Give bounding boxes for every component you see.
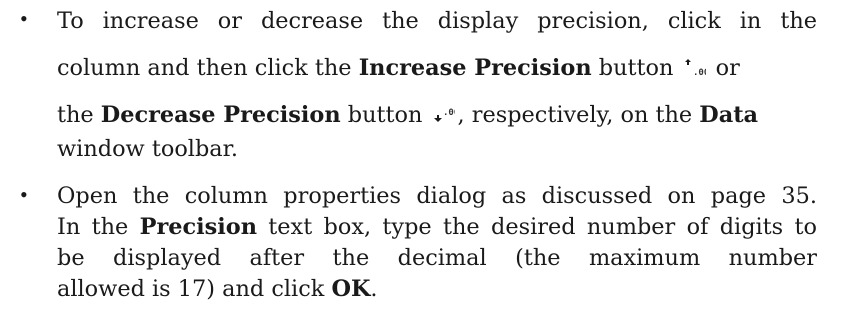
text-line: window toolbar. — [57, 136, 239, 162]
decrease-precision-label: Decrease Precision — [100, 102, 341, 128]
document-page: • To increase or decrease the display pr… — [0, 0, 843, 324]
bullet-symbol: • — [20, 6, 28, 31]
bullet-symbol: • — [20, 182, 28, 207]
increase-precision-label: Increase Precision — [358, 55, 592, 81]
svg-text:.00: .00 — [693, 68, 706, 78]
decrease-precision-icon: .00 — [433, 105, 455, 125]
text-line: In the Precision text box, type the desi… — [57, 214, 817, 240]
text-line: Open the column properties dialog as dis… — [57, 183, 817, 209]
bullet-item-precision-buttons: • To increase or decrease the display pr… — [0, 4, 843, 164]
svg-text:.00: .00 — [443, 108, 455, 118]
bullet-item-column-properties: • Open the column properties dialog as d… — [0, 182, 843, 322]
bullet-text: To increase or decrease the display prec… — [57, 4, 817, 166]
bullet-text: Open the column properties dialog as dis… — [57, 182, 817, 306]
text-line: To increase or decrease the display prec… — [57, 8, 817, 34]
ok-label: OK — [331, 276, 371, 302]
text-line: allowed is 17) and click OK. — [57, 276, 378, 302]
increase-precision-icon: .00 — [684, 58, 706, 78]
text-line: be displayed after the decimal (the maxi… — [57, 245, 817, 271]
data-window-label: Data — [699, 102, 759, 128]
text-line: the Decrease Precision button .00, respe… — [57, 102, 759, 128]
precision-textbox-label: Precision — [139, 214, 257, 240]
text-line: column and then click the Increase Preci… — [57, 55, 740, 81]
